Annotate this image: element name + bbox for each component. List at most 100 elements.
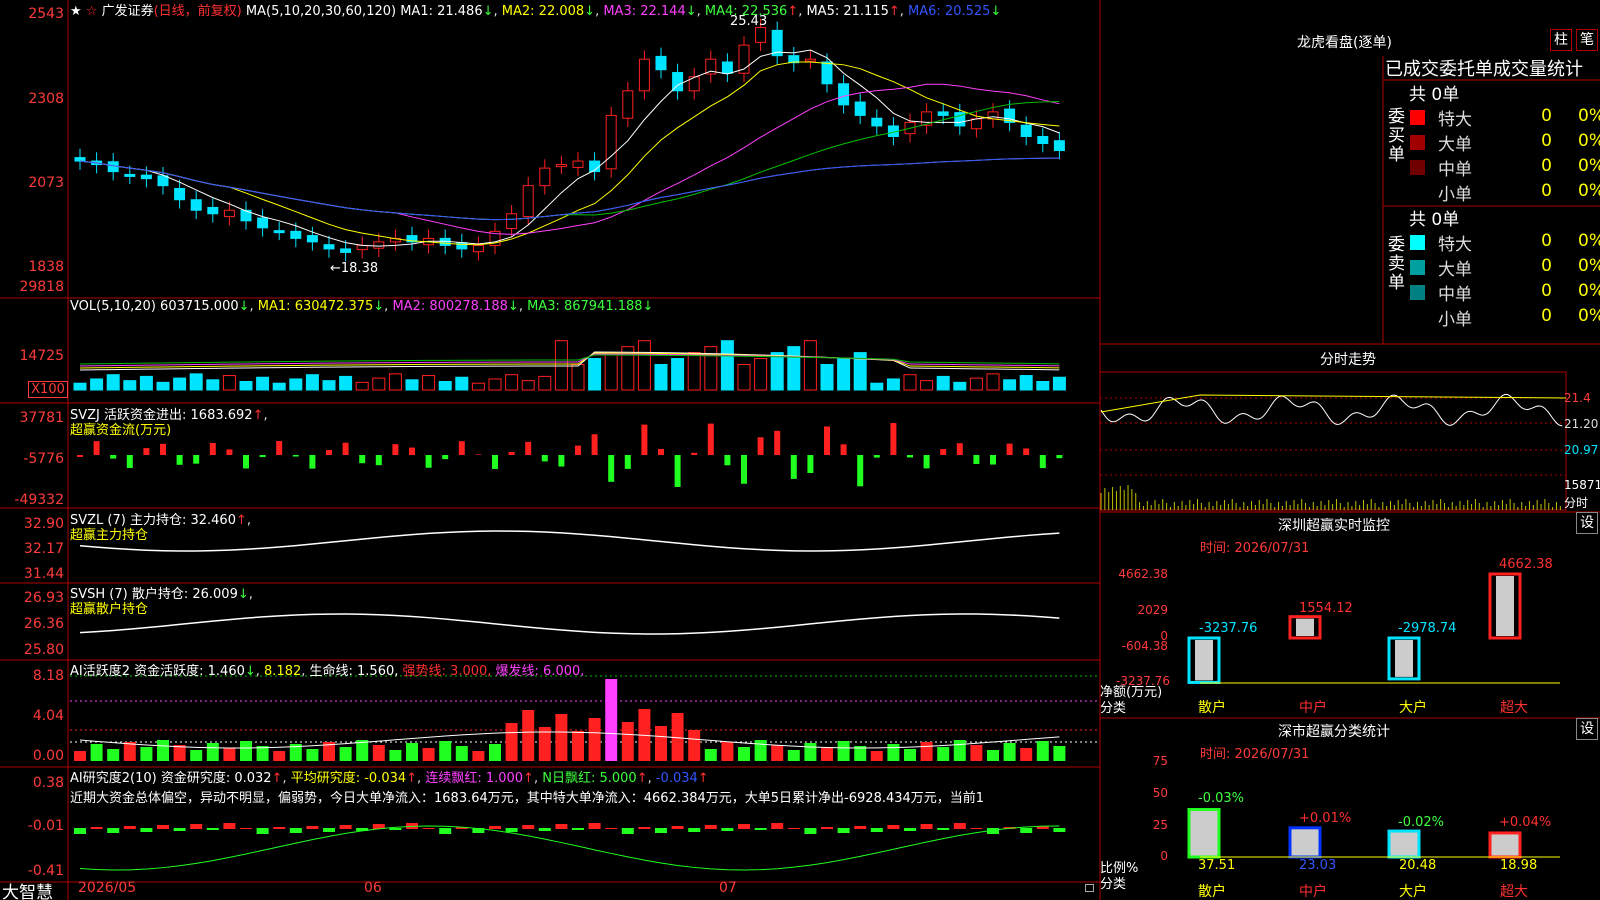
candle-body (622, 90, 634, 119)
tick-mode-button[interactable]: 笔 (1576, 29, 1598, 51)
flow-bar (342, 442, 349, 455)
svzj-subtitle: 超赢资金流(万元) (70, 423, 172, 438)
flow-bar (425, 455, 432, 468)
stats-value-label: 37.51 (1198, 858, 1236, 873)
research-bar (389, 828, 402, 830)
row-count: 0 (1541, 256, 1552, 276)
arrow-down-icon: ↓ (990, 4, 1002, 19)
candle-body (522, 185, 534, 218)
stats-change-label: -0.02% (1398, 815, 1444, 830)
ai1-title: AI活跃度2 资金活跃度: 1.460 (70, 664, 245, 679)
activity-bar (605, 679, 618, 761)
svsh-subtitle: 超赢散户持仓 (70, 602, 149, 617)
ma2-value: MA2: 22.008 (501, 4, 585, 19)
ma-params: MA(5,10,20,30,60,120) (245, 4, 397, 19)
color-swatch (1410, 285, 1425, 300)
volume-bar (339, 375, 353, 391)
stats-value-label: 23.03 (1299, 858, 1337, 873)
activity-bar (1053, 746, 1066, 761)
candle-body (721, 61, 733, 74)
activity-bar (721, 742, 734, 761)
svsh-tick: 26.36 (23, 616, 64, 632)
stats-settings-button[interactable]: 设 (1576, 718, 1598, 740)
intraday-price-tick: 21.20 (1564, 417, 1599, 431)
volume-bar (222, 375, 236, 391)
flow-bar (940, 449, 947, 455)
row-name: 大单 (1438, 135, 1472, 155)
activity-bar (555, 714, 568, 761)
research-bar (190, 824, 203, 829)
flow-bar (591, 434, 598, 455)
activity-bar (190, 750, 203, 761)
candle-body (74, 157, 86, 162)
life-line (79, 731, 1060, 749)
activity-bar (1036, 741, 1049, 761)
row-count: 0 (1541, 156, 1552, 176)
activity-bar (140, 747, 153, 761)
row-percent: 0% (1578, 131, 1600, 151)
activity-bar (107, 749, 120, 761)
monitor-axis-tick: 2029 (1137, 603, 1168, 617)
bar-mode-button[interactable]: 柱 (1550, 29, 1572, 51)
activity-bar (621, 722, 634, 761)
price-tick: 2308 (28, 91, 64, 107)
vol-tick: 29818 (19, 279, 64, 295)
svzl-subtitle: 超赢主力持仓 (70, 528, 149, 543)
candle-body (174, 187, 186, 201)
flow-bar (292, 455, 299, 457)
stock-name: 广发证券 (101, 4, 154, 19)
candle-body (207, 206, 219, 215)
pin-icon[interactable]: ☆ (86, 4, 98, 19)
ai2-average: 平均研究度: -0.034 (290, 771, 407, 786)
activity-bar (787, 750, 800, 761)
candle-body (937, 111, 949, 116)
candle-body (821, 61, 833, 85)
svzj-tick: -5776 (23, 451, 64, 467)
flow-bar (608, 455, 615, 482)
flow-bar (508, 451, 515, 455)
price-tick: 2073 (28, 175, 64, 191)
volume-bar (920, 380, 934, 391)
candle-body (373, 241, 385, 249)
volume-bar (189, 373, 203, 391)
arrow-down-icon: ↓ (237, 587, 249, 602)
color-swatch (1410, 135, 1425, 150)
flow-bar (93, 441, 100, 455)
volume-bar (1052, 376, 1066, 391)
lock-icon[interactable] (1085, 884, 1094, 892)
lhb-title: 龙虎看盘(逐单) (1297, 35, 1392, 51)
arrow-down-icon: ↓ (507, 299, 519, 314)
activity-bar (704, 749, 717, 761)
star-icon[interactable]: ★ (70, 4, 82, 19)
row-percent: 0% (1578, 281, 1600, 301)
volume-bar (571, 364, 585, 391)
volume-bar (720, 340, 734, 391)
arrow-up-icon: ↑ (697, 771, 709, 786)
volume-bar (1036, 381, 1050, 391)
activity-bar (123, 742, 136, 761)
stats-axis-tick: 75 (1152, 754, 1168, 768)
stats-cat: 超大 (1500, 884, 1528, 900)
volume-bar (604, 352, 618, 391)
research-bar (157, 825, 169, 829)
intraday-price-tick: 21.4 (1564, 391, 1591, 405)
volume-bar (156, 381, 170, 391)
volume-bar (239, 381, 253, 391)
arrow-up-icon: ↑ (888, 4, 900, 19)
vol-title: VOL(5,10,20) (70, 299, 156, 314)
research-bar (704, 825, 717, 829)
row-percent: 0% (1578, 256, 1600, 276)
brand-logo[interactable]: 大智慧 (2, 878, 53, 900)
volume-bar (388, 373, 402, 391)
research-bar (323, 828, 335, 832)
activity-bar (987, 750, 999, 761)
volume-bar (803, 340, 817, 391)
monitor-settings-button[interactable]: 设 (1576, 512, 1598, 534)
arrow-down-icon: ↓ (584, 4, 596, 19)
research-bar (422, 828, 435, 829)
candle-body (1037, 135, 1049, 145)
flow-bar (243, 455, 249, 469)
svzl-tick: 32.90 (23, 516, 64, 532)
candle-body (539, 167, 551, 187)
monitor-cat: 散户 (1198, 700, 1226, 716)
